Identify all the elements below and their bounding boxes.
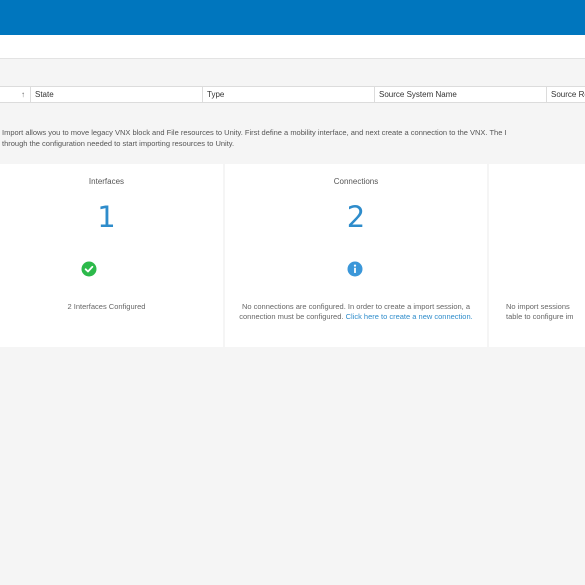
column-header-source-resource[interactable]: Source Re: [546, 87, 585, 102]
card-title: Interfaces: [88, 177, 125, 186]
column-header-state[interactable]: State: [30, 87, 202, 102]
toolbar-strip: [0, 35, 585, 59]
column-header-type[interactable]: Type: [202, 87, 374, 102]
info-circle-icon: [347, 261, 363, 277]
interfaces-count[interactable]: 1: [0, 200, 223, 234]
app-header-bar: [0, 0, 585, 35]
sort-ascending-icon[interactable]: ↑: [0, 87, 30, 102]
interfaces-status-text: 2 Interfaces Configured: [67, 302, 146, 311]
import-sessions-status-text: No import sessions table to configure im: [506, 302, 585, 322]
import-intro-text: Import allows you to move legacy VNX blo…: [2, 127, 585, 149]
connections-count[interactable]: 2: [225, 200, 487, 234]
sessions-text-line-1: No import sessions: [506, 302, 570, 311]
import-sessions-table-header: ↑ State Type Source System Name Source R…: [0, 86, 585, 103]
summary-cards: Interfaces 1 2 Interfaces Configured Con…: [0, 164, 585, 347]
create-connection-link[interactable]: Click here to create a new connection.: [346, 312, 473, 321]
intro-line-1: Import allows you to move legacy VNX blo…: [2, 128, 507, 137]
check-circle-icon: [81, 261, 97, 277]
sessions-text-line-2: table to configure im: [506, 312, 574, 321]
import-sessions-card[interactable]: No import sessions table to configure im: [489, 164, 585, 347]
card-title: Connections: [333, 177, 379, 186]
connections-card[interactable]: Connections 2 No connections are configu…: [225, 164, 487, 347]
column-header-source-system-name[interactable]: Source System Name: [374, 87, 546, 102]
interfaces-card[interactable]: Interfaces 1 2 Interfaces Configured: [0, 164, 223, 347]
connections-status-text: No connections are configured. In order …: [235, 302, 477, 322]
intro-line-2: through the configuration needed to star…: [2, 139, 235, 148]
